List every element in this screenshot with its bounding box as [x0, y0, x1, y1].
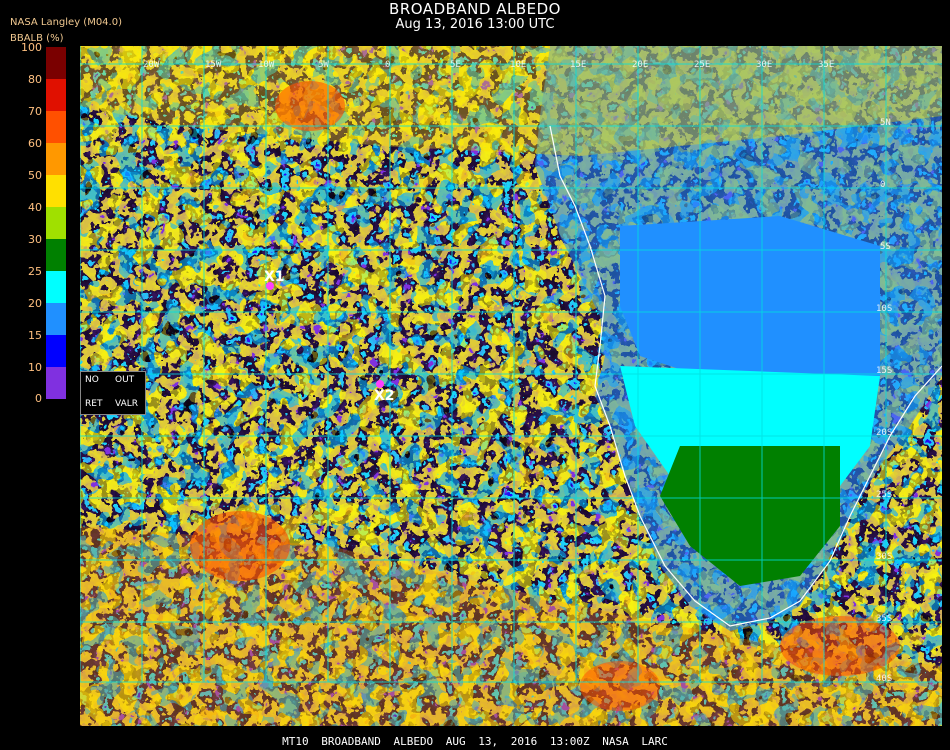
colorbar-band — [46, 143, 66, 175]
colorbar-tick: 15 — [28, 329, 42, 342]
grid-label-lat: 5N — [880, 118, 891, 128]
site-marker-x2 — [376, 380, 384, 388]
colorbar — [46, 47, 66, 399]
site-label-x2: X2 — [374, 388, 395, 404]
legend-ret: RET — [85, 399, 103, 409]
grid-label-lon: 5W — [318, 60, 329, 70]
grid-label-lon: 20W — [143, 60, 160, 70]
footer-caption: MT10 BROADBAND ALBEDO AUG 13, 2016 13:00… — [282, 735, 668, 748]
cloud-cell-nw — [275, 81, 345, 131]
grid-label-lat: 35S — [876, 614, 893, 624]
colorbar-tick: 80 — [28, 73, 42, 86]
grid-label-lon: 10W — [258, 60, 275, 70]
colorbar-tick: 70 — [28, 105, 42, 118]
colorbar-tick: 30 — [28, 233, 42, 246]
map-title: BROADBAND ALBEDO — [389, 0, 561, 18]
grid-label-lat: 20S — [876, 428, 893, 438]
colorbar-tick: 60 — [28, 137, 42, 150]
grid-label-lon: 25E — [694, 60, 711, 70]
grid-label-lon: 20E — [632, 60, 649, 70]
grid-label-lat: 5S — [880, 242, 891, 252]
grid-label-lon: 30E — [756, 60, 773, 70]
colorbar-band — [46, 47, 66, 79]
colorbar-band — [46, 175, 66, 207]
colorbar-band — [46, 111, 66, 143]
colorbar-band — [46, 79, 66, 111]
colorbar-band — [46, 303, 66, 335]
grid-label-lat: 25S — [876, 490, 893, 500]
missing-data-legend: NO OUT RET VALR — [80, 371, 146, 415]
grid-label-lat: 10S — [876, 304, 893, 314]
colorbar-tick: 100 — [21, 41, 42, 54]
grid-label-lon: 15W — [205, 60, 222, 70]
cloud-cell-se — [780, 616, 900, 676]
grid-label-lat: 30S — [876, 552, 893, 562]
grid-label-lat: 15S — [876, 366, 893, 376]
cloud-cell-s — [580, 661, 660, 711]
colorbar-band — [46, 367, 66, 399]
colorbar-tick: 10 — [28, 361, 42, 374]
grid-label-lon: 10E — [510, 60, 527, 70]
grid-label-lon: 35E — [818, 60, 835, 70]
grid-label-lon: 15E — [570, 60, 587, 70]
grid-label-lat: 40S — [876, 674, 893, 684]
colorbar-tick: 50 — [28, 169, 42, 182]
colorbar-band — [46, 335, 66, 367]
grid-label-lon: 5E — [450, 60, 461, 70]
albedo-map — [80, 46, 942, 726]
colorbar-band — [46, 239, 66, 271]
legend-valr: VALR — [115, 399, 139, 409]
colorbar-tick: 20 — [28, 297, 42, 310]
grid-label-lon: 0 — [385, 60, 391, 70]
cloud-cell-sw — [190, 511, 290, 581]
grid-label-lat: 0 — [880, 180, 886, 190]
legend-out: OUT — [115, 375, 135, 385]
colorbar-tick: 0 — [35, 392, 42, 405]
colorbar-tick: 25 — [28, 265, 42, 278]
legend-no: NO — [85, 375, 99, 385]
colorbar-band — [46, 207, 66, 239]
colorbar-band — [46, 271, 66, 303]
map-timestamp: Aug 13, 2016 13:00 UTC — [395, 17, 555, 32]
colorbar-tick: 40 — [28, 201, 42, 214]
site-label-x1: X1 — [264, 269, 285, 285]
source-label: NASA Langley (M04.0) — [10, 17, 122, 28]
